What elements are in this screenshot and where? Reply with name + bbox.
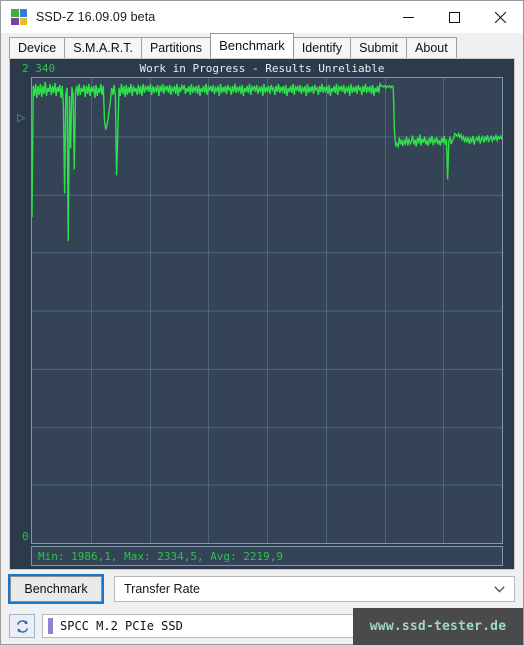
tab-device[interactable]: Device [9, 37, 66, 58]
tab-benchmark[interactable]: Benchmark [210, 33, 294, 58]
chart-header: 2 340 Work in Progress - Results Unrelia… [13, 62, 511, 77]
site-watermark: www.ssd-tester.de [353, 608, 523, 645]
app-logo-icon [11, 9, 27, 25]
y-axis-min-label: 0 [22, 530, 29, 543]
tab-smart[interactable]: S.M.A.R.T. [64, 37, 142, 58]
benchmark-panel-inner: 2 340 Work in Progress - Results Unrelia… [13, 62, 511, 566]
chart-title: Work in Progress - Results Unreliable [139, 62, 385, 75]
run-benchmark-button[interactable]: Benchmark [8, 574, 104, 604]
tab-submit[interactable]: Submit [350, 37, 408, 58]
benchmark-controls: Benchmark Transfer Rate [1, 570, 523, 608]
tab-about[interactable]: About [406, 37, 457, 58]
benchmark-panel: 2 340 Work in Progress - Results Unrelia… [9, 58, 515, 570]
status-bar: SPCC M.2 PCIe SSD Quit www.ssd-tester.de [1, 608, 523, 645]
chevron-down-icon [494, 580, 505, 598]
close-button[interactable] [477, 1, 523, 33]
benchmark-mode-value: Transfer Rate [124, 582, 200, 596]
benchmark-stats-bar: Min: 1986,1, Max: 2334,5, Avg: 2219,9 [31, 546, 503, 566]
window-controls [385, 1, 523, 33]
benchmark-stats-text: Min: 1986,1, Max: 2334,5, Avg: 2219,9 [38, 549, 284, 563]
title-bar: SSD-Z 16.09.09 beta [1, 1, 523, 33]
refresh-icon[interactable] [9, 614, 35, 638]
minimize-button[interactable] [385, 1, 431, 33]
chart-area: ▷ 0 Min: 1986,1, Max: 2334,5, Avg: 2219,… [17, 77, 503, 566]
ssd-z-window: SSD-Z 16.09.09 beta Device S.M.A.R.T. Pa… [0, 0, 524, 645]
transfer-rate-plot[interactable] [31, 77, 503, 544]
tab-bar: Device S.M.A.R.T. Partitions Benchmark I… [1, 33, 523, 58]
benchmark-mode-select[interactable]: Transfer Rate [114, 576, 515, 602]
device-name-value: SPCC M.2 PCIe SSD [60, 619, 183, 633]
transfer-rate-series [32, 78, 502, 543]
playhead-marker-icon: ▷ [17, 112, 26, 124]
window-title: SSD-Z 16.09.09 beta [36, 10, 156, 24]
maximize-button[interactable] [431, 1, 477, 33]
tab-identify[interactable]: Identify [292, 37, 352, 58]
tab-partitions[interactable]: Partitions [140, 37, 212, 58]
